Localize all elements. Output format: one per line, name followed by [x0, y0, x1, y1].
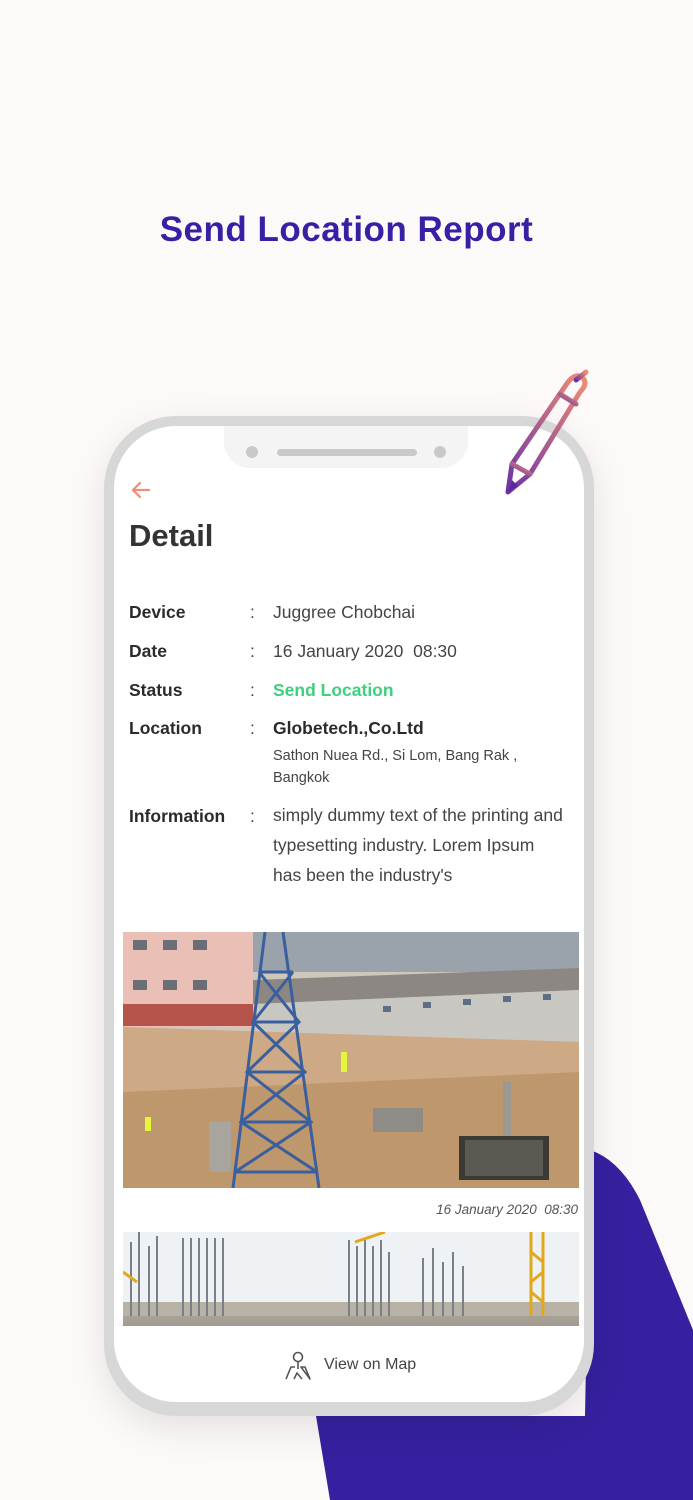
report-photo[interactable] — [123, 1232, 579, 1326]
information-value: simply dummy text of the printing and ty… — [273, 805, 563, 885]
pencil-icon — [505, 369, 589, 495]
arrow-left-icon — [131, 481, 151, 499]
view-on-map-label: View on Map — [324, 1356, 417, 1373]
promo-title: Send Location Report — [159, 210, 534, 249]
field-colon: : — [250, 641, 255, 661]
field-label: Device — [129, 602, 186, 622]
field-label: Location — [129, 718, 202, 738]
photo-timestamp: 16 January 2020 08:30 — [436, 1202, 578, 1217]
bottom-bar: View on Map — [114, 1326, 584, 1402]
field-colon: : — [250, 806, 255, 826]
construction-photo — [123, 932, 579, 1188]
field-colon: : — [250, 718, 255, 738]
back-button[interactable] — [129, 478, 153, 502]
field-label: Status — [129, 680, 183, 700]
field-label: Information — [129, 806, 226, 826]
map-pin-icon — [285, 1351, 311, 1380]
location-value: Globetech.,Co.Ltd Sathon Nuea Rd., Si Lo… — [273, 718, 573, 789]
page-title: Detail — [129, 518, 214, 553]
view-on-map-button[interactable]: View on Map — [282, 1348, 416, 1382]
field-colon: : — [250, 680, 255, 700]
phone-screen: Detail Device : Juggree Chobchai Date : … — [114, 426, 584, 1402]
date-value: 16 January 2020 08:30 — [273, 641, 457, 661]
device-value: Juggree Chobchai — [273, 602, 416, 622]
construction-photo — [123, 1232, 579, 1326]
phone-notch — [224, 426, 468, 468]
phone-frame: Detail Device : Juggree Chobchai Date : … — [104, 416, 594, 1416]
status-value: Send Location — [273, 680, 394, 700]
notch-camera-dot — [246, 446, 258, 458]
location-name: Globetech.,Co.Ltd — [273, 718, 424, 738]
notch-sensor-dot — [434, 446, 446, 458]
field-label: Date — [129, 641, 167, 661]
report-photo[interactable] — [123, 932, 579, 1188]
notch-speaker — [277, 449, 417, 456]
field-colon: : — [250, 602, 255, 622]
location-address: Sathon Nuea Rd., Si Lom, Bang Rak , Bang… — [273, 748, 518, 786]
